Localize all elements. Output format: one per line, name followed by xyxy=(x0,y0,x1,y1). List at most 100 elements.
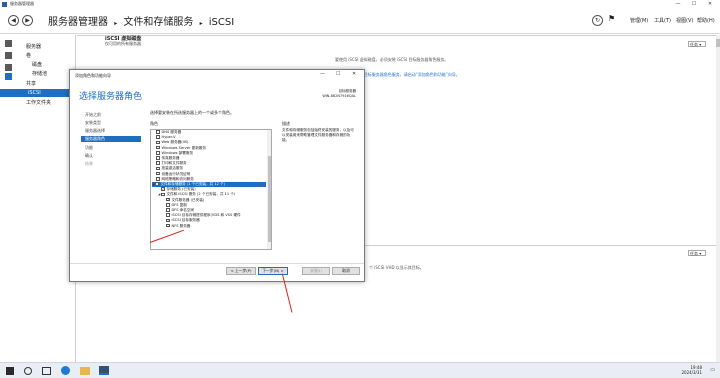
role-checkbox[interactable]: ✓ xyxy=(166,197,170,202)
install-note: 要使用 iSCSI 虚拟磁盘，必须安装 iSCSI 目标服务器角色服务。 xyxy=(335,57,449,62)
roles-scrollbar[interactable] xyxy=(267,130,271,249)
menu-help[interactable]: 帮助(H) xyxy=(697,17,715,24)
sidebar-item-iscsi[interactable]: iSCSI xyxy=(0,89,70,97)
role-checkbox[interactable] xyxy=(155,182,159,186)
sidebar-item-servers[interactable]: 服务器 xyxy=(26,43,41,50)
role-label: 批量激活服务 xyxy=(161,166,184,171)
role-checkbox[interactable] xyxy=(161,192,165,197)
main-scrollbar[interactable] xyxy=(716,35,720,362)
roles-scrollbar-thumb[interactable] xyxy=(267,156,271,242)
role-checkbox[interactable] xyxy=(156,171,160,176)
role-label: 网络策略和访问服务 xyxy=(161,176,194,181)
file-explorer-icon[interactable] xyxy=(80,367,90,375)
previous-button[interactable]: < 上一步(P) xyxy=(226,267,256,275)
breadcrumb-separator: ▸ xyxy=(199,20,203,27)
step-installation-type[interactable]: 安装类型 xyxy=(85,120,101,126)
menu-manage[interactable]: 管理(M) xyxy=(630,17,648,24)
breadcrumb-iscsi: iSCSI xyxy=(208,17,235,28)
role-label: NFS 服务器 xyxy=(171,223,191,228)
role-label: 设备运行状况证明 xyxy=(161,171,191,176)
role-checkbox[interactable] xyxy=(166,208,170,212)
sidebar-item-work-folders[interactable]: 工作文件夹 xyxy=(26,99,51,106)
role-label: iSCSI 目标服务器 xyxy=(171,218,200,223)
role-checkbox[interactable]: ✓ xyxy=(161,187,165,191)
role-checkbox[interactable]: ✓ xyxy=(166,218,170,223)
start-icon[interactable] xyxy=(6,367,14,375)
notification-icon[interactable]: ▭ xyxy=(710,367,715,373)
role-label: DFS 复制 xyxy=(171,202,187,207)
step-confirmation[interactable]: 确认 xyxy=(85,153,93,159)
role-label: 存储服务 (已安装) xyxy=(166,187,196,192)
step-server-roles[interactable]: 服务器角色 xyxy=(81,136,141,142)
step-features[interactable]: 功能 xyxy=(85,145,93,151)
tasks-dropdown[interactable]: 任务 ▾ xyxy=(688,41,706,47)
browser-icon[interactable] xyxy=(61,366,70,375)
sidebar-item-storage-pools[interactable]: 存储池 xyxy=(32,70,47,77)
role-checkbox[interactable] xyxy=(156,135,160,139)
task-view-icon[interactable] xyxy=(42,367,51,375)
role-checkbox[interactable] xyxy=(156,151,160,155)
targets-note: 个 iSCSI VHD 以显示其目标。 xyxy=(369,265,424,270)
role-checkbox[interactable] xyxy=(166,223,170,228)
roles-list[interactable]: DNS 服务器 Hyper-V Web 服务器(IIS) Windows Server… xyxy=(150,129,272,250)
target-server: 目标服务器 WIN-862N7916QAL xyxy=(322,89,356,98)
clock-date: 2024/3/31 xyxy=(681,370,702,375)
dialog-maximize-button[interactable]: ☐ xyxy=(336,71,340,77)
role-label: Hyper-V xyxy=(161,135,176,140)
minimize-button[interactable]: — xyxy=(672,0,684,8)
role-checkbox[interactable] xyxy=(156,161,160,165)
role-label: 传真服务器 xyxy=(161,156,180,160)
role-checkbox[interactable] xyxy=(166,203,170,207)
role-checkbox[interactable] xyxy=(156,145,160,150)
file-storage-icon[interactable] xyxy=(5,73,12,80)
step-results: 结果 xyxy=(85,161,93,166)
search-icon[interactable] xyxy=(24,367,32,375)
window-title: 服务器管理器 xyxy=(10,1,34,6)
refresh-icon[interactable]: ↻ xyxy=(592,15,603,26)
cancel-button[interactable]: 取消 xyxy=(332,267,360,275)
close-button[interactable]: ✕ xyxy=(704,0,716,8)
next-button[interactable]: 下一步(N) > xyxy=(258,267,288,275)
clock[interactable]: 19:48 2024/3/31 xyxy=(681,365,702,375)
scrollbar-thumb[interactable] xyxy=(716,39,720,47)
role-checkbox[interactable] xyxy=(156,130,160,134)
role-label: DNS 服务器 xyxy=(161,130,182,134)
all-servers-icon[interactable] xyxy=(5,64,12,71)
back-button[interactable]: ◀ xyxy=(8,15,19,26)
menu-tools[interactable]: 工具(T) xyxy=(654,17,671,24)
role-label: Windows Server 更新服务 xyxy=(161,145,207,150)
menu-view[interactable]: 视图(V) xyxy=(676,17,693,24)
sidebar-item-shares[interactable]: 共享 xyxy=(26,80,36,87)
local-server-icon[interactable] xyxy=(5,52,12,59)
add-roles-wizard-dialog: 添加角色和功能向导 — ☐ ✕ 选择服务器角色 目标服务器 WIN-862N79… xyxy=(69,69,365,282)
dialog-minimize-button[interactable]: — xyxy=(320,71,325,77)
role-item[interactable]: NFS 服务器 xyxy=(163,224,190,229)
install-button: 安装(I) xyxy=(302,267,330,275)
forward-button[interactable]: ▶ xyxy=(22,15,33,26)
step-server-selection[interactable]: 服务器选择 xyxy=(85,128,105,134)
role-checkbox[interactable] xyxy=(156,156,160,160)
breadcrumb-file-storage[interactable]: 文件和存储服务 xyxy=(123,17,193,28)
sidebar-item-disks[interactable]: 磁盘 xyxy=(32,61,42,68)
breadcrumb-server-manager[interactable]: 服务器管理器 xyxy=(48,17,108,28)
role-label: 打印和文件服务 xyxy=(161,161,187,166)
description-header: 描述 xyxy=(282,121,290,126)
dialog-separator xyxy=(70,263,364,264)
sidebar-item-volumes[interactable]: 卷 xyxy=(26,52,31,59)
dialog-close-button[interactable]: ✕ xyxy=(352,71,356,77)
header-bar: ◀ ▶ 服务器管理器 ▸ 文件和存储服务 ▸ iSCSI ↻ ⚑ 管理(M) 工… xyxy=(0,8,720,34)
taskbar: 19:48 2024/3/31 ▭ xyxy=(0,362,720,378)
flag-icon[interactable]: ⚑ xyxy=(608,14,615,23)
role-checkbox[interactable] xyxy=(156,177,160,181)
role-checkbox[interactable] xyxy=(156,166,160,171)
tasks-dropdown[interactable]: 任务 ▾ xyxy=(688,250,706,256)
breadcrumb-separator: ▸ xyxy=(114,20,118,27)
sidebar: 服务器 卷 磁盘 存储池 共享 iSCSI 工作文件夹 xyxy=(0,35,76,362)
role-checkbox[interactable] xyxy=(166,213,170,217)
step-before-you-begin[interactable]: 开始之前 xyxy=(85,112,101,118)
server-manager-taskbar-icon[interactable] xyxy=(99,366,109,375)
role-checkbox[interactable] xyxy=(156,140,160,145)
dashboard-icon[interactable] xyxy=(5,40,12,47)
maximize-button[interactable]: ☐ xyxy=(688,0,700,8)
role-description: 文件和存储服务包括始终安装的服务，以及可以安装用来帮助管理文件服务器和存储的功能… xyxy=(282,128,354,142)
